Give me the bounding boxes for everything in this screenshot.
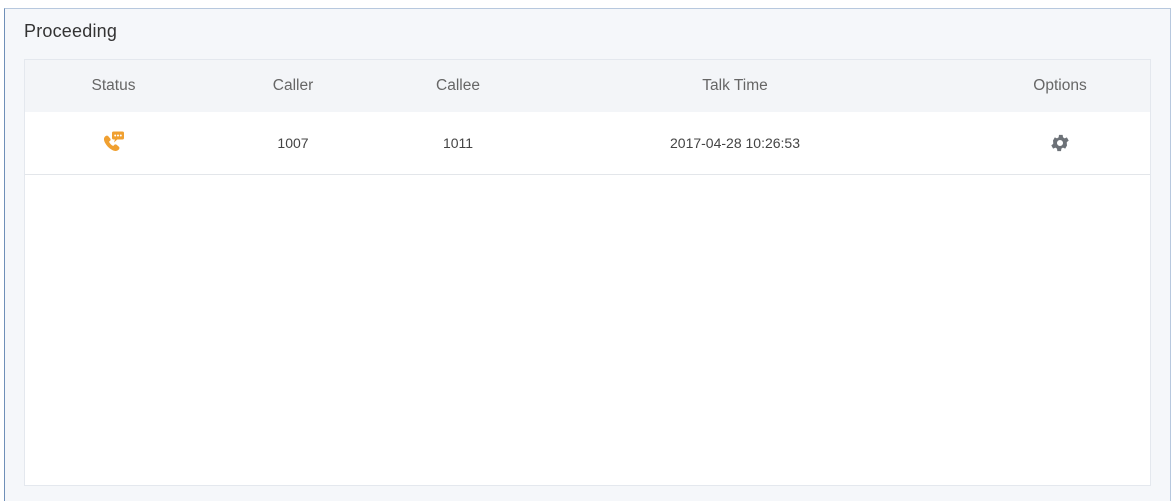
talk-time-cell: 2017-04-28 10:26:53 (670, 135, 800, 151)
caller-cell: 1007 (277, 135, 309, 151)
gear-icon[interactable] (1049, 132, 1071, 154)
column-header-callee[interactable]: Callee (383, 60, 533, 112)
panel-title: Proceeding (24, 21, 118, 41)
calls-table: Status Caller Callee Talk Time Options 1… (24, 59, 1151, 486)
column-header-status[interactable]: Status (40, 60, 187, 112)
table-row: 1007 1011 2017-04-28 10:26:53 (25, 112, 1150, 175)
column-header-talk-time[interactable]: Talk Time (610, 60, 860, 112)
options-cell (985, 112, 1135, 174)
column-header-caller[interactable]: Caller (218, 60, 368, 112)
column-header-options: Options (1033, 77, 1087, 94)
proceeding-panel: Proceeding Status Caller Callee Talk Tim… (4, 8, 1171, 501)
callee-cell: 1011 (442, 135, 474, 151)
phone-talking-icon (101, 130, 127, 156)
status-cell (40, 112, 187, 174)
table-header: Status Caller Callee Talk Time Options (25, 60, 1150, 112)
